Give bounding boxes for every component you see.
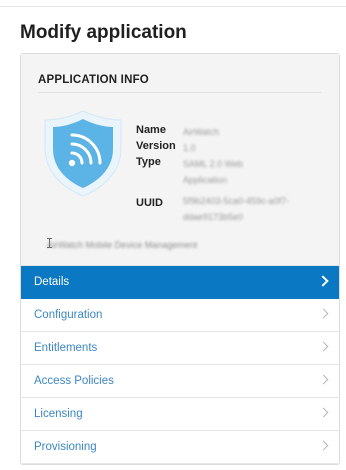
detail-value: AirWatch [183,127,220,137]
nav-item-entitlements[interactable]: Entitlements [21,332,339,365]
application-info-card: APPLICATION INFO Name AirWatch Version 1… [21,54,339,266]
application-info-heading: APPLICATION INFO [38,74,149,86]
nav-item-provisioning[interactable]: Provisioning [21,431,339,464]
nav-item-label: Configuration [34,309,103,321]
nav-item-configuration[interactable]: Configuration [21,299,339,332]
application-panel: APPLICATION INFO Name AirWatch Version 1… [20,53,340,465]
nav-item-label: Licensing [34,408,83,420]
heading-divider [38,92,321,93]
detail-value: 5f9b2403-5ca0-459c-a0f7-ddae9173b5e0 [183,196,290,222]
chevron-right-icon [318,308,329,319]
nav-item-label: Entitlements [34,342,98,354]
application-nav: Details Configuration Entitlements Acces… [21,266,339,464]
nav-item-details[interactable]: Details [21,266,339,299]
detail-value: 1.0 [183,143,196,153]
top-divider [0,6,346,7]
nav-item-label: Details [34,276,70,288]
detail-label: Name [136,124,166,136]
chevron-right-icon [318,374,329,385]
chevron-right-icon [317,275,329,287]
detail-label: Type [136,156,161,168]
application-description: AirWatch Mobile Device Management [47,240,198,250]
page-title: Modify application [20,22,187,43]
chevron-right-icon [318,440,329,451]
nav-item-label: Provisioning [34,441,97,453]
detail-label: UUID [136,197,163,209]
nav-item-label: Access Policies [34,375,114,387]
nav-item-access-policies[interactable]: Access Policies [21,365,339,398]
detail-value: SAML 2.0 Web Application [183,159,244,185]
chevron-right-icon [318,407,329,418]
detail-label: Version [136,140,176,152]
nav-item-licensing[interactable]: Licensing [21,398,339,431]
chevron-right-icon [318,341,329,352]
wifi-shield-icon [43,108,123,198]
